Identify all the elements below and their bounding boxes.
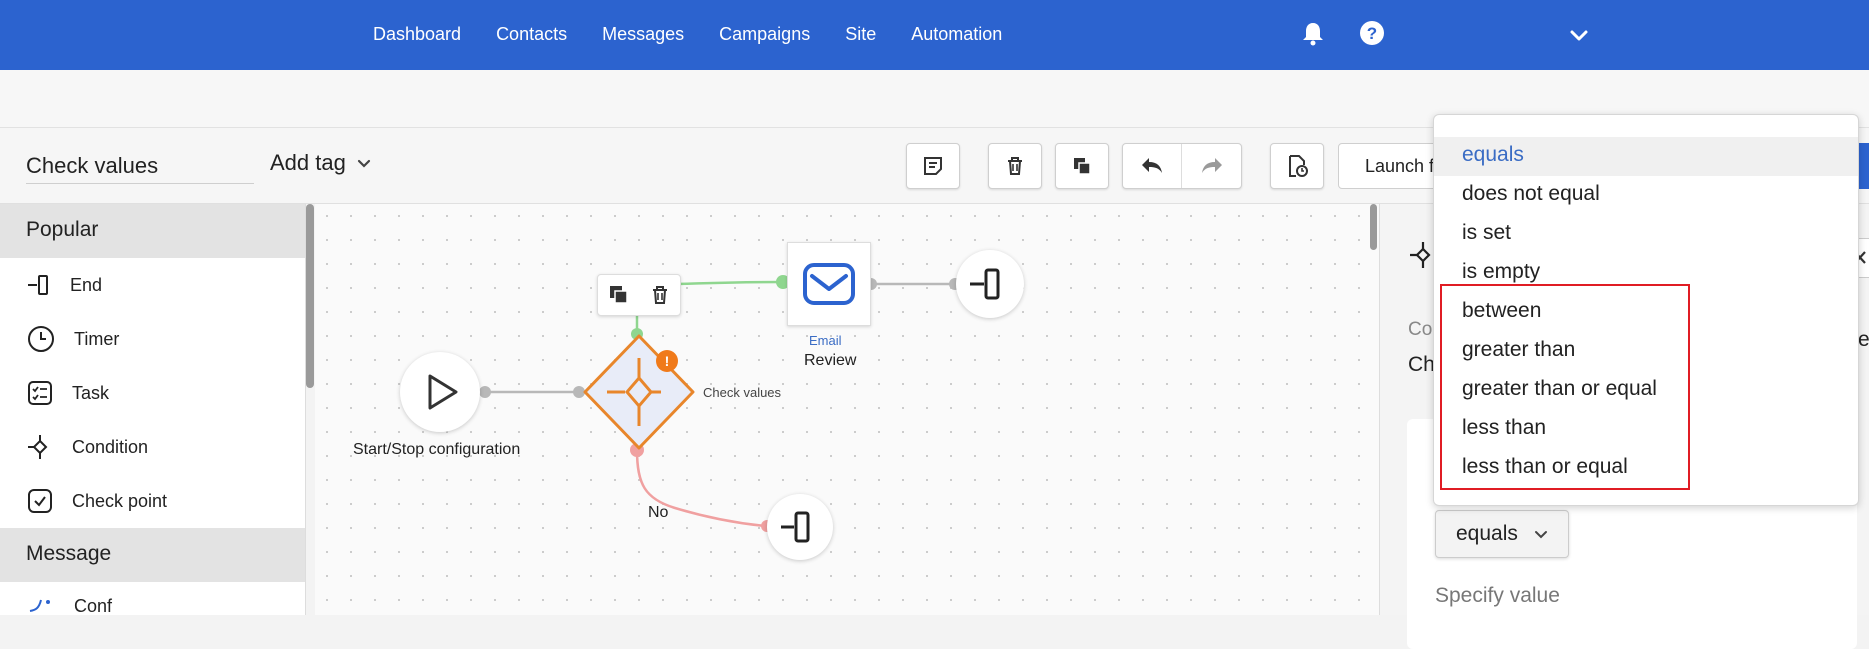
nav-contacts[interactable]: Contacts (496, 24, 567, 45)
palette-item-label: Timer (74, 328, 120, 349)
nav-messages[interactable]: Messages (602, 24, 684, 45)
copy-icon[interactable] (607, 283, 631, 307)
duplicate-button[interactable] (1055, 143, 1109, 189)
palette-item-label: Task (72, 382, 110, 403)
option-does-not-equal[interactable]: does not equal (1434, 176, 1858, 215)
chevron-down-icon (357, 159, 370, 168)
operator-select-value: equals (1456, 522, 1518, 545)
add-tag-dropdown[interactable]: Add tag (270, 150, 372, 176)
email-node[interactable] (787, 242, 871, 326)
workflow-canvas[interactable]: Start/Stop configuration ! Check values … (315, 204, 1379, 615)
field-label-partial: Co (1408, 319, 1433, 340)
trash-icon (1008, 157, 1022, 175)
svg-text:?: ? (1367, 24, 1377, 43)
trash-icon[interactable] (648, 283, 672, 307)
nav-site[interactable]: Site (845, 24, 876, 45)
note-icon (924, 157, 942, 175)
email-node-name: Review (804, 352, 857, 369)
main-nav: Dashboard Contacts Messages Campaigns Si… (373, 24, 1037, 45)
history-button[interactable] (1270, 143, 1324, 189)
section-header-message: Message (0, 528, 305, 582)
task-icon (28, 381, 52, 405)
specify-value-label: Specify value (1435, 584, 1560, 607)
operator-select[interactable]: equals (1435, 510, 1569, 558)
notes-button[interactable] (906, 143, 960, 189)
email-node-type: Email (809, 333, 842, 348)
bell-icon[interactable] (1298, 18, 1328, 48)
primary-action-edge[interactable] (1858, 143, 1869, 189)
document-history-icon (1289, 155, 1308, 177)
add-tag-label: Add tag (270, 150, 346, 175)
undo-button[interactable] (1123, 144, 1183, 188)
nav-automation[interactable]: Automation (911, 24, 1002, 45)
end-node[interactable] (956, 250, 1024, 318)
end-icon (28, 275, 48, 295)
canvas-scrollbar[interactable] (1370, 204, 1377, 250)
section-header-popular: Popular (0, 204, 305, 258)
redo-icon (1201, 158, 1222, 173)
undo-icon (1142, 158, 1162, 173)
chevron-down-icon (1534, 531, 1547, 539)
palette-scrollbar[interactable] (306, 204, 314, 388)
option-equals[interactable]: equals (1434, 137, 1858, 176)
element-palette: Popular End Timer Task Condition Check p… (0, 204, 306, 615)
palette-item-label: Condition (72, 436, 149, 457)
palette-item-timer[interactable]: Timer (0, 312, 305, 366)
help-icon[interactable]: ? (1357, 18, 1387, 48)
highlight-box (1440, 284, 1690, 490)
undo-redo-group (1122, 143, 1242, 189)
chevron-down-icon[interactable] (1564, 20, 1594, 50)
nav-dashboard[interactable]: Dashboard (373, 24, 461, 45)
copy-icon (1074, 158, 1091, 175)
workflow-name-field[interactable]: Check values (26, 150, 254, 184)
launch-button[interactable]: Launch f (1338, 143, 1448, 189)
palette-item-task[interactable]: Task (0, 366, 305, 420)
start-node[interactable] (400, 352, 480, 432)
envelope-icon (803, 263, 855, 305)
end-icon (781, 511, 810, 543)
palette-item-end[interactable]: End (0, 258, 305, 312)
palette-item-label: Check point (72, 490, 168, 511)
palette-item-label: End (70, 274, 103, 295)
condition-icon (28, 435, 48, 459)
no-branch-label: No (648, 504, 669, 521)
condition-node[interactable] (577, 330, 701, 454)
timer-icon (28, 326, 54, 352)
palette-item-conf[interactable]: Conf (0, 582, 305, 612)
palette-item-condition[interactable]: Condition (0, 420, 305, 474)
field-value-partial: Ch (1408, 353, 1435, 376)
checkpoint-icon (28, 489, 52, 513)
palette-item-label: Conf (74, 596, 113, 612)
nav-campaigns[interactable]: Campaigns (719, 24, 810, 45)
field-edge-partial: e (1858, 328, 1869, 351)
top-navigation-bar: Dashboard Contacts Messages Campaigns Si… (0, 0, 1869, 70)
start-node-label: Start/Stop configuration (353, 441, 521, 458)
condition-node-label: Check values (703, 385, 782, 400)
option-is-set[interactable]: is set (1434, 215, 1858, 254)
end-node-no-branch[interactable] (767, 494, 833, 560)
end-icon (970, 268, 1000, 300)
warning-badge: ! (656, 350, 678, 372)
sparkle-icon (29, 599, 50, 612)
play-icon (428, 374, 458, 410)
palette-item-checkpoint[interactable]: Check point (0, 474, 305, 528)
redo-button[interactable] (1182, 144, 1241, 188)
delete-button[interactable] (988, 143, 1042, 189)
node-actions-toolbar (597, 274, 681, 316)
